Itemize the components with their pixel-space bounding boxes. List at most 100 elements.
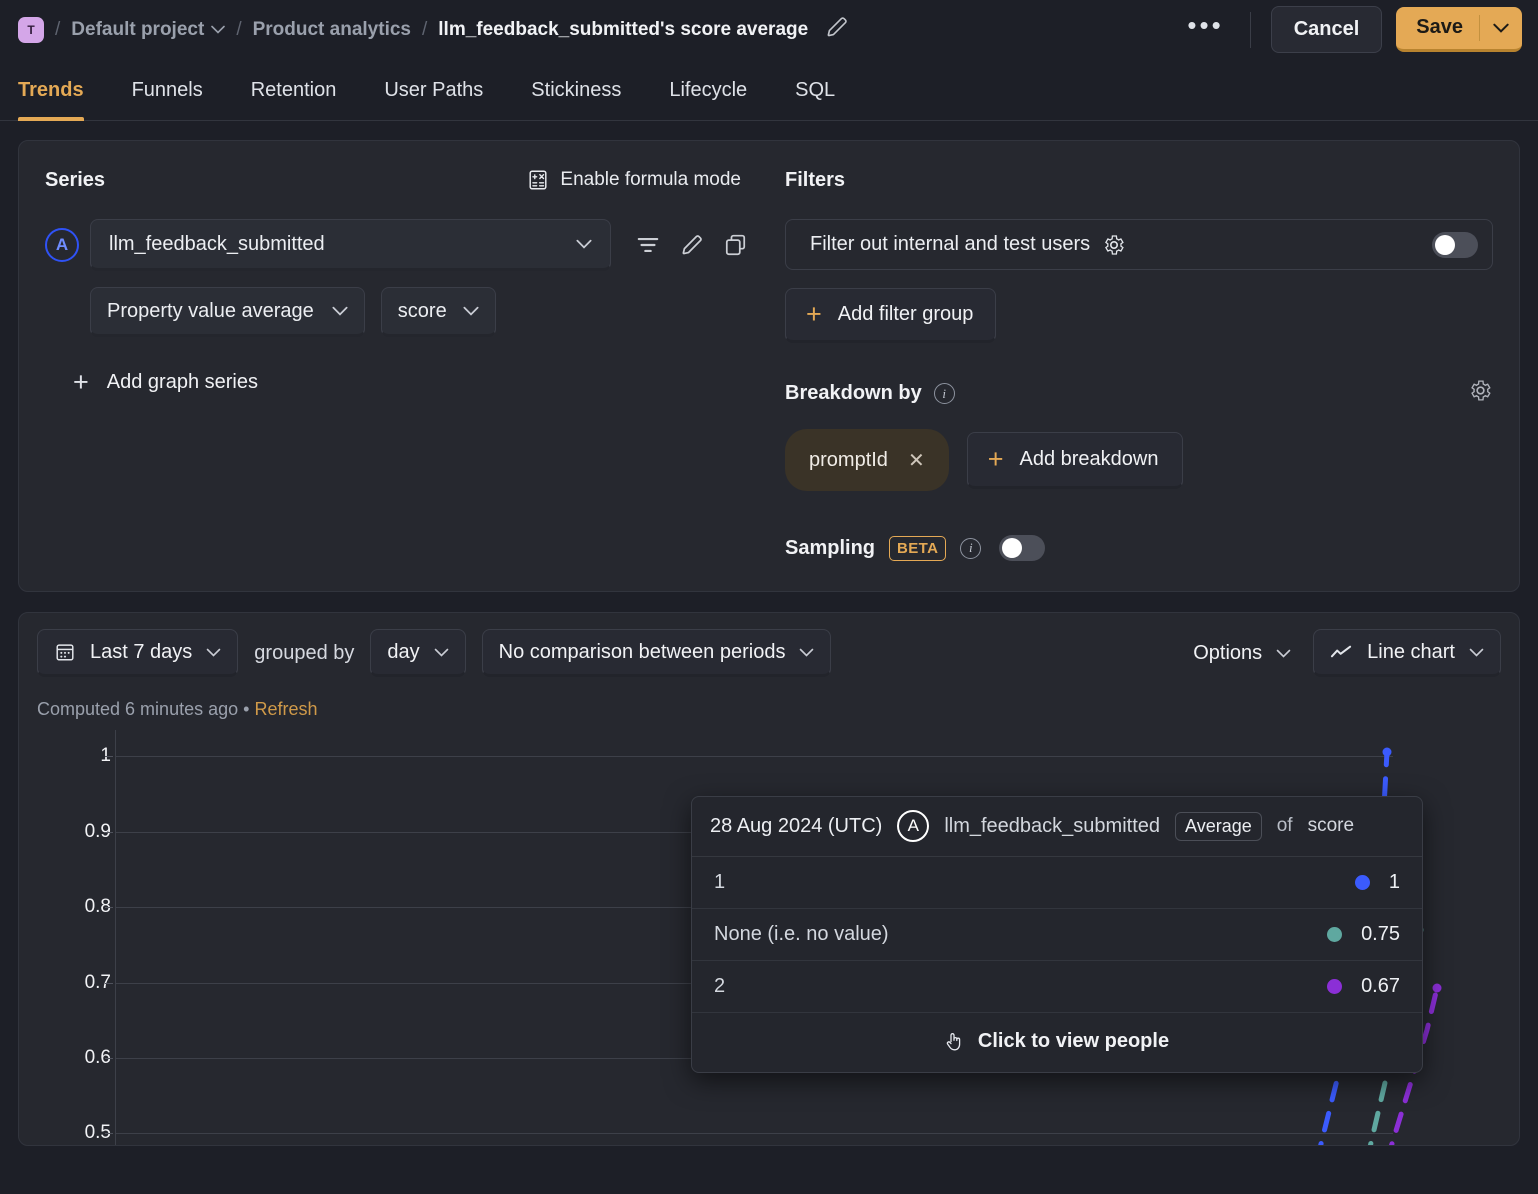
chevron-down-icon [1469,648,1484,657]
toggle-knob [1002,538,1023,558]
tooltip-row-label: 2 [714,975,726,997]
save-dropdown-button[interactable] [1480,7,1522,49]
filters-title: Filters [785,168,846,191]
tooltip-row-value-group: 1 [1354,871,1400,894]
chevron-down-icon [206,648,221,657]
chart-toolbar: Last 7 days grouped by day No comparison… [19,613,1519,691]
breakdown-chip-promptid[interactable]: promptId ✕ [785,429,949,491]
chevron-down-icon [1493,23,1509,33]
series-row-a: A llm_feedback_submitted [45,219,771,271]
breakdown-title: Breakdown by [785,382,922,404]
tooltip-row-value: 0.67 [1361,975,1400,997]
info-icon[interactable]: i [933,383,955,404]
internal-users-toggle[interactable] [1432,231,1478,258]
chevron-down-icon [1276,649,1291,658]
tooltip-property-name: score [1307,815,1355,836]
edit-series-pencil-icon[interactable] [679,232,705,258]
tooltip-date: 28 Aug 2024 (UTC) [710,814,883,837]
tooltip-row[interactable]: 1 1 [692,857,1422,909]
save-button-group[interactable]: Save [1396,7,1522,52]
tab-sql[interactable]: SQL [771,79,859,120]
series-title: Series [45,168,106,191]
refresh-button[interactable]: Refresh [254,699,317,719]
tooltip-of-label: of [1276,815,1293,836]
aggregation-row: Property value average score [90,287,771,337]
tooltip-row[interactable]: 2 0.67 [692,961,1422,1013]
sampling-row: Sampling BETA i [785,535,1493,561]
series-point-2 [1432,983,1442,993]
sampling-toggle[interactable] [999,535,1046,561]
date-range-select[interactable]: Last 7 days [37,629,239,677]
grouped-by-label: grouped by [254,641,355,664]
tooltip-row[interactable]: None (i.e. no value) 0.75 [692,909,1422,961]
add-breakdown-button[interactable]: + Add breakdown [966,431,1184,489]
tab-retention[interactable]: Retention [227,79,361,120]
add-filter-group-button[interactable]: + Add filter group [785,288,997,343]
date-range-value: Last 7 days [90,640,193,663]
chevron-down-icon [211,25,226,34]
breadcrumb-project[interactable]: Default project [71,18,226,41]
tooltip-row-label: 1 [714,871,726,893]
page-title: llm_feedback_submitted's score average [438,18,809,40]
more-options-button[interactable]: ••• [1187,12,1245,40]
comparison-select[interactable]: No comparison between periods [481,629,832,677]
chart-toolbar-right: Options Line chart [1181,629,1501,677]
chevron-down-icon [800,648,814,657]
tab-user-paths[interactable]: User Paths [360,79,507,120]
chart-type-select[interactable]: Line chart [1313,629,1501,677]
enable-formula-mode-label: Enable formula mode [560,169,741,190]
tab-stickiness[interactable]: Stickiness [507,79,645,120]
options-label: Options [1193,641,1263,664]
breakdown-settings-gear-icon[interactable] [1468,378,1493,409]
edit-title-pencil-icon[interactable] [824,14,850,45]
info-icon[interactable]: i [960,537,982,559]
plus-icon: + [806,299,822,329]
gear-icon[interactable] [1102,233,1126,257]
series-color-dot [1354,875,1370,890]
tab-funnels[interactable]: Funnels [108,79,227,120]
computed-label: Computed 6 minutes ago [37,699,239,719]
status-separator: • [243,699,250,719]
add-filter-group-label: Add filter group [837,303,974,325]
filter-icon[interactable] [635,232,661,258]
project-avatar: T [18,16,44,43]
event-select[interactable]: llm_feedback_submitted [90,219,611,271]
series-color-dot [1327,927,1343,942]
options-button[interactable]: Options [1181,642,1303,665]
aggregation-select[interactable]: Property value average [90,287,365,337]
property-select[interactable]: score [380,287,496,337]
plus-icon: + [987,443,1004,474]
beta-badge: BETA [889,535,947,561]
tab-trends[interactable]: Trends [18,79,108,121]
view-people-button[interactable]: Click to view people [692,1013,1422,1072]
pointer-hand-icon [946,1032,961,1050]
tooltip-row-value-group: 0.75 [1327,923,1400,946]
interval-select[interactable]: day [370,629,466,677]
breadcrumb-section[interactable]: Product analytics [253,19,411,41]
tab-lifecycle[interactable]: Lifecycle [645,79,771,120]
tooltip-aggregation-pill: Average [1175,811,1262,841]
chevron-down-icon [434,648,448,657]
chart-tooltip[interactable]: 28 Aug 2024 (UTC) A llm_feedback_submitt… [691,796,1423,1073]
insight-type-tabs: Trends Funnels Retention User Paths Stic… [0,59,1538,121]
interval-value: day [387,640,420,663]
property-select-value: score [397,299,447,322]
add-graph-series-button[interactable]: + Add graph series [73,369,771,396]
breadcrumb-separator-1: / [55,18,61,40]
breakdown-section-header: Breakdown by i [785,378,1493,409]
tooltip-series-letter-badge: A [897,810,930,842]
breadcrumb-project-label: Default project [71,18,205,40]
aggregation-select-value: Property value average [107,299,314,322]
close-icon[interactable]: ✕ [908,448,925,473]
tooltip-event-name: llm_feedback_submitted [944,814,1161,837]
breadcrumb-separator-2: / [236,18,242,40]
save-button[interactable]: Save [1396,7,1479,49]
duplicate-series-icon[interactable] [723,232,749,258]
sampling-title: Sampling [785,536,876,559]
top-bar-actions: ••• Cancel Save [1187,6,1522,53]
enable-formula-mode-button[interactable]: Enable formula mode [527,169,771,191]
tooltip-row-value: 1 [1388,871,1400,893]
calendar-icon [56,644,74,661]
cancel-button[interactable]: Cancel [1270,6,1383,53]
internal-users-filter: Filter out internal and test users [785,219,1493,270]
